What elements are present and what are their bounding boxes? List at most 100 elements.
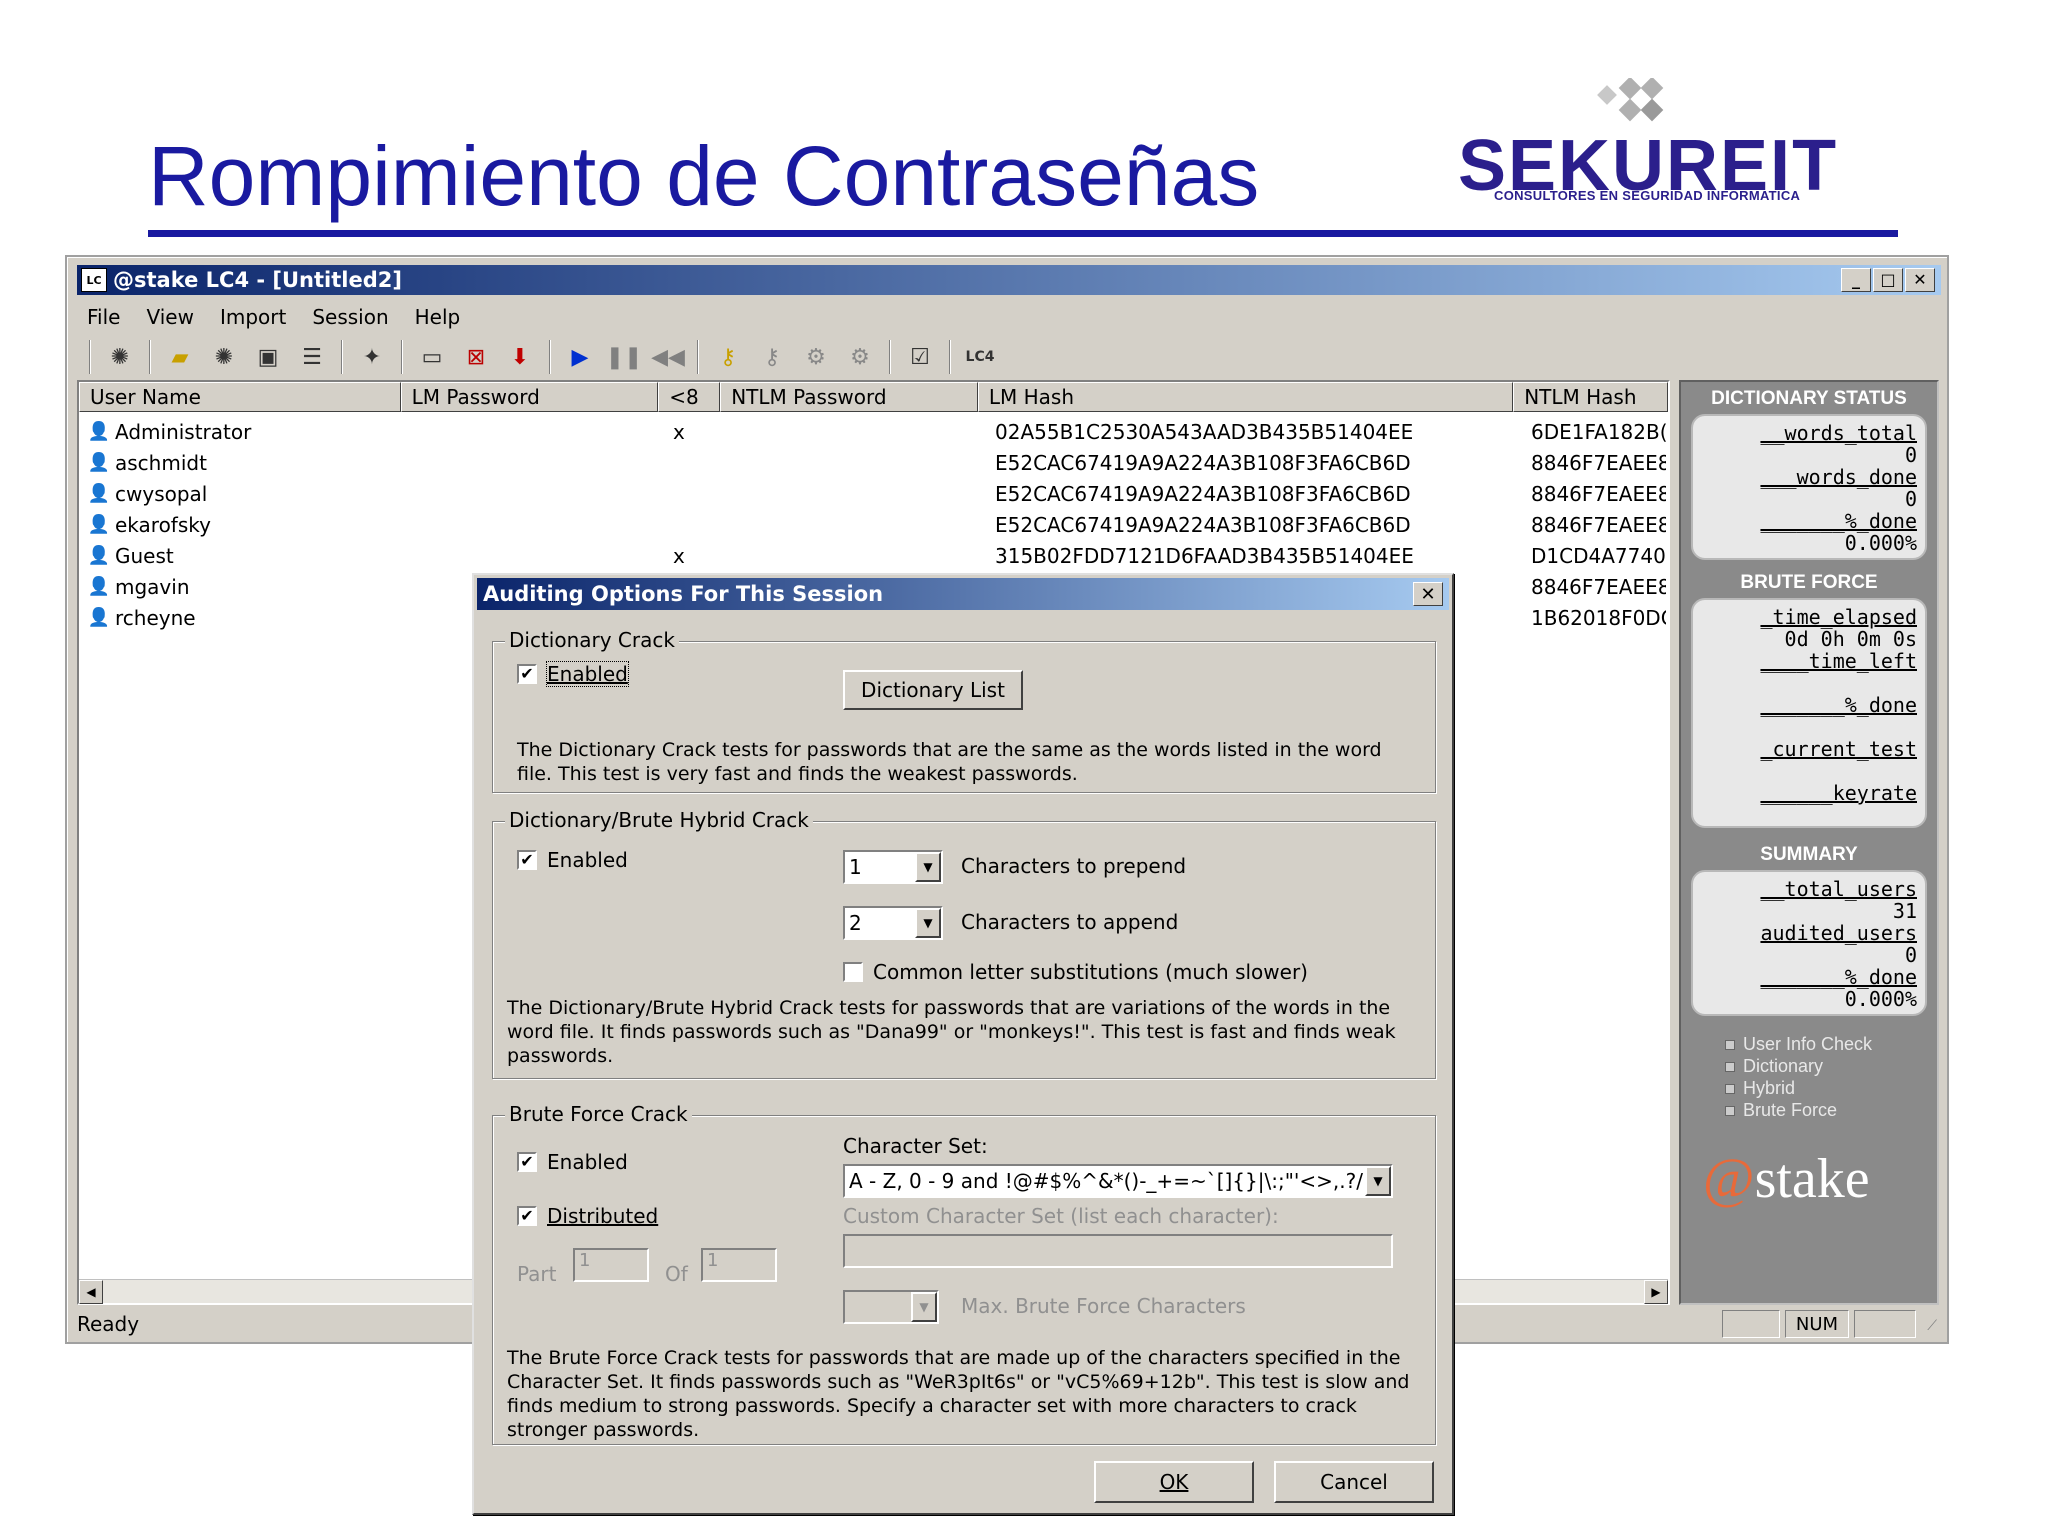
custom-charset-input[interactable]: [843, 1234, 1393, 1268]
col-lm-hash[interactable]: LM Hash: [977, 382, 1514, 412]
dropdown-arrow-icon[interactable]: ▼: [911, 1292, 937, 1322]
col-ntlm-hash[interactable]: NTLM Hash: [1513, 382, 1668, 412]
lm-hash-cell: E52CAC67419A9A224A3B108F3FA6CB6D: [995, 481, 1411, 506]
ntlm-hash-cell: 8846F7EAEE8: [1531, 512, 1666, 537]
table-row[interactable]: 👤 cwysopal E52CAC67419A9A224A3B108F3FA6C…: [85, 478, 1666, 509]
brute-enabled-checkbox[interactable]: ✔ Enabled: [517, 1150, 628, 1174]
legend-square-icon: [1725, 1105, 1735, 1116]
append-select[interactable]: 2 ▼: [843, 906, 943, 940]
part-input[interactable]: 1: [573, 1248, 649, 1282]
dialog-close-button[interactable]: ✕: [1413, 582, 1443, 606]
table-row[interactable]: 👤 rcheyne 1B62018F0DC: [85, 602, 1666, 633]
user-name: Administrator: [115, 419, 252, 444]
remove-icon[interactable]: ⊠: [459, 340, 493, 374]
of-input[interactable]: 1: [701, 1248, 777, 1282]
menu-import[interactable]: Import: [220, 305, 286, 329]
charset-label: Character Set:: [843, 1134, 988, 1158]
table-row[interactable]: 👤 mgavin 8846F7EAEE8: [85, 571, 1666, 602]
ok-button[interactable]: OK: [1094, 1461, 1254, 1503]
custom-charset-label: Custom Character Set (list each characte…: [843, 1204, 1279, 1228]
user-icon: 👤: [87, 576, 111, 597]
user-icon: 👤: [87, 452, 111, 473]
user-name: mgavin: [115, 574, 190, 599]
lm-hash-cell: 315B02FDD7121D6FAAD3B435B51404EE: [995, 543, 1414, 568]
schedule-remove-icon[interactable]: ⚙: [843, 340, 877, 374]
toolbar-separator: [89, 340, 91, 374]
dialog-titlebar[interactable]: Auditing Options For This Session ✕: [477, 578, 1449, 610]
current-test-label: _current_test: [1760, 737, 1917, 761]
scroll-left-arrow-icon[interactable]: ◀: [79, 1280, 103, 1304]
options-icon[interactable]: ☑: [903, 340, 937, 374]
schedule-icon[interactable]: ⚙: [799, 340, 833, 374]
toolbar-separator: [341, 340, 343, 374]
col-ntlm-password[interactable]: NTLM Password: [720, 382, 978, 412]
status-text: Ready: [77, 1312, 140, 1336]
legend-hybrid: Hybrid: [1725, 1078, 1795, 1099]
lc4-icon[interactable]: LC4: [963, 340, 997, 374]
logo-diamonds-icon: [1597, 78, 1664, 122]
cancel-button[interactable]: Cancel: [1274, 1461, 1434, 1503]
user-icon: 👤: [87, 607, 111, 628]
prepend-select[interactable]: 1 ▼: [843, 850, 943, 884]
menu-session[interactable]: Session: [312, 305, 388, 329]
menu-file[interactable]: File: [87, 305, 120, 329]
ntlm-key-icon[interactable]: ⚷: [755, 340, 789, 374]
hybrid-enabled-checkbox[interactable]: ✔ Enabled: [517, 848, 628, 872]
brute-force-box: _time_elapsed 0d 0h 0m 0s ____time_left …: [1691, 598, 1927, 828]
resize-grip-icon[interactable]: ⟋: [1927, 1318, 1937, 1334]
scroll-right-arrow-icon[interactable]: ▶: [1644, 1280, 1668, 1304]
summary-pct-done-label: _______%_done: [1760, 965, 1917, 989]
save-icon[interactable]: ▣: [251, 340, 285, 374]
open-icon[interactable]: ▰: [163, 340, 197, 374]
words-done-value: 0: [1904, 487, 1917, 511]
new-session-icon[interactable]: ✺: [103, 340, 137, 374]
menubar: File View Import Session Help: [87, 301, 460, 333]
dropdown-arrow-icon[interactable]: ▼: [1365, 1166, 1391, 1196]
max-chars-select[interactable]: ▼: [843, 1290, 939, 1324]
table-row[interactable]: 👤 Guest x 315B02FDD7121D6FAAD3B435B51404…: [85, 540, 1666, 571]
table-row[interactable]: 👤 aschmidt E52CAC67419A9A224A3B108F3FA6C…: [85, 447, 1666, 478]
dictionary-list-button[interactable]: Dictionary List: [843, 670, 1023, 710]
ntlm-hash-cell: 1B62018F0DC: [1531, 605, 1666, 630]
table-row[interactable]: 👤 ekarofsky E52CAC67419A9A224A3B108F3FA6…: [85, 509, 1666, 540]
user-icon: 👤: [87, 514, 111, 535]
lm-key-icon[interactable]: ⚷: [711, 340, 745, 374]
minimize-button[interactable]: _: [1841, 268, 1871, 292]
window-title: @stake LC4 - [Untitled2]: [113, 268, 402, 292]
play-icon[interactable]: ▶: [563, 340, 597, 374]
pause-icon[interactable]: ❚❚: [606, 340, 643, 374]
charset-select[interactable]: A - Z, 0 - 9 and !@#$%^&*()-_+=~`[]{}|\:…: [843, 1164, 1393, 1198]
rewind-icon[interactable]: ◀◀: [651, 340, 685, 374]
menu-help[interactable]: Help: [415, 305, 461, 329]
ntlm-hash-cell: 6DE1FA182B(: [1531, 419, 1666, 444]
col-user-name[interactable]: User Name: [79, 382, 401, 412]
substitutions-checkbox[interactable]: Common letter substitutions (much slower…: [843, 960, 1308, 984]
user-icon: 👤: [87, 545, 111, 566]
wizard-icon[interactable]: ✦: [355, 340, 389, 374]
of-label: Of: [665, 1262, 688, 1286]
export-icon[interactable]: ☰: [295, 340, 329, 374]
dictionary-enabled-checkbox[interactable]: ✔ Enabled: [517, 661, 629, 687]
import-down-icon[interactable]: ⬇: [503, 340, 537, 374]
window-titlebar[interactable]: LC @stake LC4 - [Untitled2] _ □ ✕: [77, 265, 1941, 295]
summary-title: SUMMARY: [1760, 844, 1858, 865]
checkbox-checked-icon: ✔: [517, 664, 537, 684]
col-lm-password[interactable]: LM Password: [400, 382, 659, 412]
user-name: aschmidt: [115, 450, 207, 475]
dropdown-arrow-icon[interactable]: ▼: [915, 908, 941, 938]
status-panel-blank: [1722, 1310, 1780, 1338]
view-icon[interactable]: ▭: [415, 340, 449, 374]
close-session-icon[interactable]: ✺: [207, 340, 241, 374]
logo-tagline: CONSULTORES EN SEGURIDAD INFORMATICA: [1494, 188, 1801, 203]
dictionary-status-box: __words_total 0 ___words_done 0 _______%…: [1691, 414, 1927, 560]
dropdown-arrow-icon[interactable]: ▼: [915, 852, 941, 882]
list-header: User Name LM Password <8 NTLM Password L…: [79, 382, 1668, 412]
maximize-button[interactable]: □: [1873, 268, 1903, 292]
close-button[interactable]: ✕: [1905, 268, 1935, 292]
distributed-checkbox[interactable]: ✔ Distributed: [517, 1204, 658, 1228]
col-lt8[interactable]: <8: [658, 382, 721, 412]
lm-hash-cell: E52CAC67419A9A224A3B108F3FA6CB6D: [995, 450, 1411, 475]
time-elapsed-value: 0d 0h 0m 0s: [1784, 627, 1917, 651]
menu-view[interactable]: View: [146, 305, 193, 329]
table-row[interactable]: 👤 Administrator x 02A55B1C2530A543AAD3B4…: [85, 416, 1666, 447]
